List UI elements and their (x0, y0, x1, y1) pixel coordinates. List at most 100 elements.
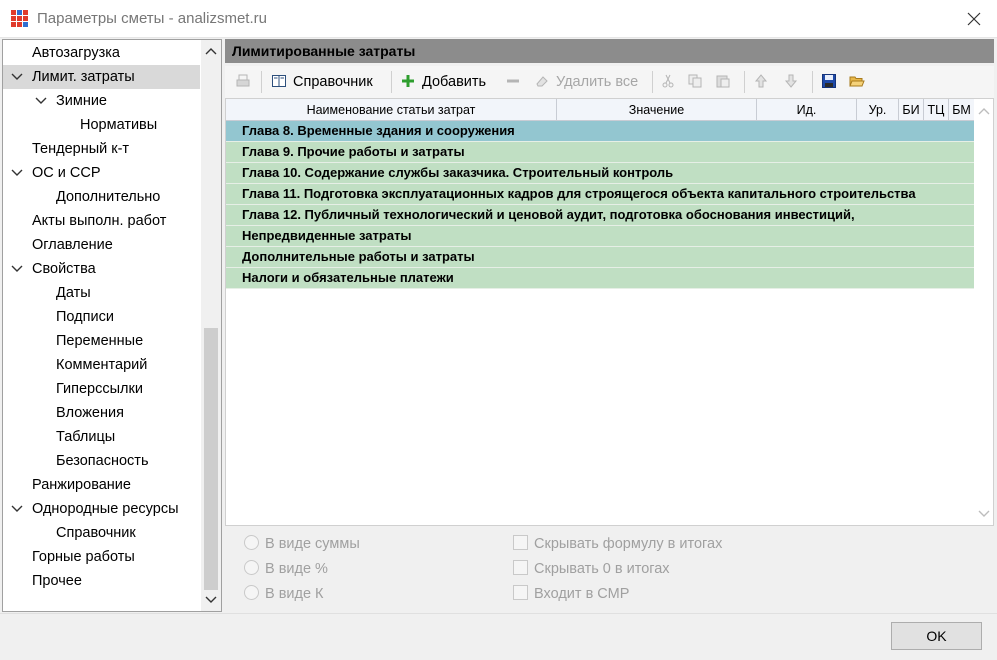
tree-item-ranking[interactable]: Ранжирование (3, 473, 200, 497)
chevron-down-icon[interactable] (11, 504, 23, 514)
tree-item-label: Переменные (56, 333, 144, 349)
tree-item-other[interactable]: Прочее (3, 569, 200, 593)
folder-open-icon (849, 76, 865, 87)
tree-item-norms[interactable]: Нормативы (3, 113, 200, 137)
table-row[interactable]: Глава 9. Прочие работы и затраты (226, 142, 975, 163)
tree-item-tables[interactable]: Таблицы (3, 425, 200, 449)
print-button[interactable] (235, 71, 257, 93)
plus-icon (402, 75, 414, 88)
tree-item-dates[interactable]: Даты (3, 281, 200, 305)
table-scrollbar[interactable] (974, 99, 993, 525)
add-button[interactable]: Добавить (400, 71, 486, 93)
radio-as-percent[interactable]: В виде % (244, 559, 328, 579)
checkbox[interactable] (513, 584, 528, 600)
reference-button[interactable]: Справочник (271, 71, 373, 93)
column-header[interactable]: Наименование статьи затрат (226, 99, 557, 121)
checkbox-label: Входит в СМР (534, 586, 630, 602)
chevron-up-icon[interactable] (978, 106, 990, 116)
column-header[interactable]: ТЦ (924, 99, 949, 121)
costs-table[interactable]: Наименование статьи затрат Значение Ид. … (225, 98, 994, 526)
printer-icon (236, 74, 250, 87)
remove-button[interactable] (505, 71, 527, 93)
column-header[interactable]: БИ (899, 99, 924, 121)
ok-button[interactable]: OK (891, 622, 982, 650)
column-header[interactable]: Ид. (757, 99, 857, 121)
tree-item-label: Горные работы (32, 549, 135, 565)
tree-item-label: Свойства (32, 261, 96, 277)
tree-item-security[interactable]: Безопасность (3, 449, 200, 473)
tree-item-os-ssr[interactable]: ОС и ССР (3, 161, 200, 185)
tree-item-tender[interactable]: Тендерный к-т (3, 137, 200, 161)
tree-item-variables[interactable]: Переменные (3, 329, 200, 353)
table-row[interactable]: Глава 12. Публичный технологический и це… (226, 205, 975, 226)
arrow-up-icon (754, 74, 768, 88)
radio-circle[interactable] (244, 559, 259, 575)
radio-circle[interactable] (244, 584, 259, 600)
tree-item-label: Таблицы (56, 429, 116, 445)
check-hide-zero[interactable]: Скрывать 0 в итогах (513, 559, 670, 579)
tree-item-comment[interactable]: Комментарий (3, 353, 200, 377)
chevron-down-icon[interactable] (11, 168, 23, 178)
tree-item-homogeneous-resources[interactable]: Однородные ресурсы (3, 497, 200, 521)
tree-item-label: Дополнительно (56, 189, 161, 205)
minus-icon (507, 79, 519, 83)
move-up-button[interactable] (753, 71, 775, 93)
tree-item-winter[interactable]: Зимние (3, 89, 200, 113)
check-in-smr[interactable]: Входит в СМР (513, 584, 629, 604)
tree-item-label: Нормативы (80, 117, 158, 133)
tree-item-label: Автозагрузка (32, 45, 120, 61)
floppy-disk-icon (822, 74, 836, 89)
tree-item-autoload[interactable]: Автозагрузка (3, 41, 200, 65)
scrollbar-thumb[interactable] (204, 328, 218, 590)
checkbox-label: Скрывать 0 в итогах (534, 561, 670, 577)
move-down-button[interactable] (783, 71, 805, 93)
column-header[interactable]: Ур. (857, 99, 899, 121)
checkbox[interactable] (513, 559, 528, 575)
title-bar: Параметры сметы - analizsmet.ru (0, 0, 997, 38)
table-row[interactable]: Глава 10. Содержание службы заказчика. С… (226, 163, 975, 184)
paste-button[interactable] (715, 71, 737, 93)
tree-item-acts[interactable]: Акты выполн. работ (3, 209, 200, 233)
tree-item-contents[interactable]: Оглавление (3, 233, 200, 257)
chevron-down-icon[interactable] (11, 264, 23, 274)
tree-item-reference[interactable]: Справочник (3, 521, 200, 545)
tree-item-label: Прочее (32, 573, 82, 589)
copy-button[interactable] (687, 71, 709, 93)
settings-tree[interactable]: Автозагрузка Лимит. затраты Зимние Норма… (2, 39, 222, 612)
chevron-down-icon[interactable] (35, 96, 47, 106)
sidebar-scrollbar[interactable] (201, 40, 221, 611)
toolbar: Справочник Добавить Удалить все (225, 66, 994, 98)
checkbox[interactable] (513, 534, 528, 550)
add-label: Добавить (422, 74, 487, 90)
tree-item-limited-costs[interactable]: Лимит. затраты (3, 65, 200, 89)
tree-item-mining[interactable]: Горные работы (3, 545, 200, 569)
column-header[interactable]: БМ (949, 99, 975, 121)
radio-as-sum[interactable]: В виде суммы (244, 534, 360, 554)
chevron-down-icon[interactable] (978, 509, 990, 519)
tree-item-signatures[interactable]: Подписи (3, 305, 200, 329)
chevron-down-icon[interactable] (11, 72, 23, 82)
tree-item-additional[interactable]: Дополнительно (3, 185, 200, 209)
radio-as-k[interactable]: В виде К (244, 584, 324, 604)
delete-all-button[interactable]: Удалить все (534, 71, 638, 93)
table-row[interactable]: Глава 11. Подготовка эксплуатационных ка… (226, 184, 975, 205)
tree-item-properties[interactable]: Свойства (3, 257, 200, 281)
close-button[interactable] (951, 0, 997, 38)
tree-item-label: Подписи (56, 309, 114, 325)
book-icon (272, 75, 286, 88)
tree-item-label: Оглавление (32, 237, 113, 253)
chevron-up-icon[interactable] (205, 46, 217, 56)
table-row[interactable]: Глава 8. Временные здания и сооружения (226, 121, 975, 142)
chevron-down-icon[interactable] (205, 595, 217, 605)
check-hide-formula[interactable]: Скрывать формулу в итогах (513, 534, 722, 554)
cut-button[interactable] (660, 71, 682, 93)
radio-circle[interactable] (244, 534, 259, 550)
table-row[interactable]: Дополнительные работы и затраты (226, 247, 975, 268)
table-row[interactable]: Непредвиденные затраты (226, 226, 975, 247)
table-row[interactable]: Налоги и обязательные платежи (226, 268, 975, 289)
column-header[interactable]: Значение (557, 99, 757, 121)
tree-item-hyperlinks[interactable]: Гиперссылки (3, 377, 200, 401)
tree-item-attachments[interactable]: Вложения (3, 401, 200, 425)
save-button[interactable] (821, 71, 843, 93)
open-button[interactable] (849, 71, 871, 93)
